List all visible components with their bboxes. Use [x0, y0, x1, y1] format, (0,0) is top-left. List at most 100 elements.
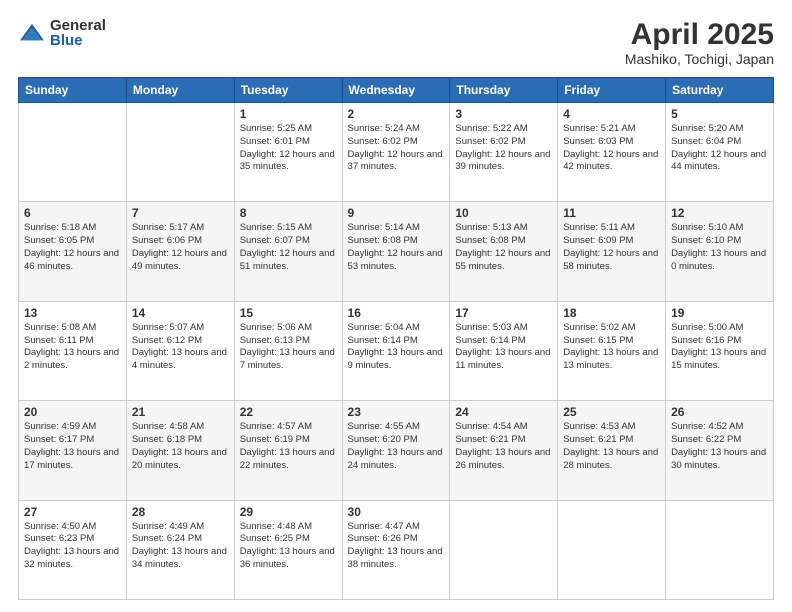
day-number: 21: [132, 405, 229, 419]
table-row: 25 Sunrise: 4:53 AMSunset: 6:21 PMDayligh…: [558, 401, 666, 500]
day-number: 25: [563, 405, 660, 419]
logo: General Blue: [18, 18, 106, 48]
header-sunday: Sunday: [19, 78, 127, 103]
day-info: Sunrise: 5:18 AMSunset: 6:05 PMDaylight:…: [24, 222, 121, 273]
day-number: 7: [132, 206, 229, 220]
header-monday: Monday: [126, 78, 234, 103]
day-info: Sunrise: 5:22 AMSunset: 6:02 PMDaylight:…: [455, 123, 552, 174]
table-row: 9 Sunrise: 5:14 AMSunset: 6:08 PMDaylight…: [342, 202, 450, 301]
day-info: Sunrise: 5:07 AMSunset: 6:12 PMDaylight:…: [132, 322, 229, 373]
table-row: [450, 500, 558, 599]
day-info: Sunrise: 4:52 AMSunset: 6:22 PMDaylight:…: [671, 421, 768, 472]
day-info: Sunrise: 5:03 AMSunset: 6:14 PMDaylight:…: [455, 322, 552, 373]
table-row: [126, 103, 234, 202]
day-info: Sunrise: 5:02 AMSunset: 6:15 PMDaylight:…: [563, 322, 660, 373]
day-number: 2: [348, 107, 445, 121]
week-row-5: 27 Sunrise: 4:50 AMSunset: 6:23 PMDayligh…: [19, 500, 774, 599]
day-info: Sunrise: 4:47 AMSunset: 6:26 PMDaylight:…: [348, 521, 445, 572]
day-info: Sunrise: 5:25 AMSunset: 6:01 PMDaylight:…: [240, 123, 337, 174]
day-number: 3: [455, 107, 552, 121]
table-row: 12 Sunrise: 5:10 AMSunset: 6:10 PMDayligh…: [666, 202, 774, 301]
table-row: 2Sunrise: 5:24 AMSunset: 6:02 PMDaylight…: [342, 103, 450, 202]
day-info: Sunrise: 4:57 AMSunset: 6:19 PMDaylight:…: [240, 421, 337, 472]
table-row: 4Sunrise: 5:21 AMSunset: 6:03 PMDaylight…: [558, 103, 666, 202]
header-friday: Friday: [558, 78, 666, 103]
table-row: 11Sunrise: 5:11 AMSunset: 6:09 PMDayligh…: [558, 202, 666, 301]
day-number: 1: [240, 107, 337, 121]
day-info: Sunrise: 5:06 AMSunset: 6:13 PMDaylight:…: [240, 322, 337, 373]
day-number: 28: [132, 505, 229, 519]
table-row: 14 Sunrise: 5:07 AMSunset: 6:12 PMDayligh…: [126, 301, 234, 400]
table-row: 21Sunrise: 4:58 AMSunset: 6:18 PMDayligh…: [126, 401, 234, 500]
week-row-4: 20Sunrise: 4:59 AMSunset: 6:17 PMDayligh…: [19, 401, 774, 500]
table-row: 10 Sunrise: 5:13 AMSunset: 6:08 PMDayligh…: [450, 202, 558, 301]
table-row: 23 Sunrise: 4:55 AMSunset: 6:20 PMDayligh…: [342, 401, 450, 500]
day-number: 17: [455, 306, 552, 320]
table-row: 16 Sunrise: 5:04 AMSunset: 6:14 PMDayligh…: [342, 301, 450, 400]
table-row: 28 Sunrise: 4:49 AMSunset: 6:24 PMDayligh…: [126, 500, 234, 599]
day-info: Sunrise: 4:54 AMSunset: 6:21 PMDaylight:…: [455, 421, 552, 472]
day-number: 10: [455, 206, 552, 220]
week-row-3: 13 Sunrise: 5:08 AMSunset: 6:11 PMDayligh…: [19, 301, 774, 400]
day-number: 22: [240, 405, 337, 419]
table-row: 19 Sunrise: 5:00 AMSunset: 6:16 PMDayligh…: [666, 301, 774, 400]
header: General Blue April 2025 Mashiko, Tochigi…: [18, 18, 774, 67]
day-info: Sunrise: 4:55 AMSunset: 6:20 PMDaylight:…: [348, 421, 445, 472]
day-info: Sunrise: 5:13 AMSunset: 6:08 PMDaylight:…: [455, 222, 552, 273]
day-info: Sunrise: 4:48 AMSunset: 6:25 PMDaylight:…: [240, 521, 337, 572]
day-info: Sunrise: 5:10 AMSunset: 6:10 PMDaylight:…: [671, 222, 768, 273]
day-number: 16: [348, 306, 445, 320]
table-row: 27 Sunrise: 4:50 AMSunset: 6:23 PMDayligh…: [19, 500, 127, 599]
day-info: Sunrise: 5:11 AMSunset: 6:09 PMDaylight:…: [563, 222, 660, 273]
table-row: 6 Sunrise: 5:18 AMSunset: 6:05 PMDaylight…: [19, 202, 127, 301]
day-info: Sunrise: 5:15 AMSunset: 6:07 PMDaylight:…: [240, 222, 337, 273]
table-row: 20Sunrise: 4:59 AMSunset: 6:17 PMDayligh…: [19, 401, 127, 500]
day-number: 5: [671, 107, 768, 121]
header-thursday: Thursday: [450, 78, 558, 103]
calendar-subtitle: Mashiko, Tochigi, Japan: [625, 51, 774, 67]
page: General Blue April 2025 Mashiko, Tochigi…: [0, 0, 792, 612]
logo-general-text: General: [50, 18, 106, 33]
table-row: 5 Sunrise: 5:20 AMSunset: 6:04 PMDaylight…: [666, 103, 774, 202]
day-info: Sunrise: 4:59 AMSunset: 6:17 PMDaylight:…: [24, 421, 121, 472]
days-header-row: SundayMondayTuesdayWednesdayThursdayFrid…: [19, 78, 774, 103]
day-number: 19: [671, 306, 768, 320]
table-row: 8Sunrise: 5:15 AMSunset: 6:07 PMDaylight…: [234, 202, 342, 301]
day-info: Sunrise: 4:49 AMSunset: 6:24 PMDaylight:…: [132, 521, 229, 572]
day-info: Sunrise: 5:00 AMSunset: 6:16 PMDaylight:…: [671, 322, 768, 373]
calendar-header: SundayMondayTuesdayWednesdayThursdayFrid…: [19, 78, 774, 103]
week-row-2: 6 Sunrise: 5:18 AMSunset: 6:05 PMDaylight…: [19, 202, 774, 301]
logo-text: General Blue: [50, 18, 106, 48]
title-block: April 2025 Mashiko, Tochigi, Japan: [625, 18, 774, 67]
day-info: Sunrise: 5:04 AMSunset: 6:14 PMDaylight:…: [348, 322, 445, 373]
header-wednesday: Wednesday: [342, 78, 450, 103]
day-info: Sunrise: 5:14 AMSunset: 6:08 PMDaylight:…: [348, 222, 445, 273]
calendar-table: SundayMondayTuesdayWednesdayThursdayFrid…: [18, 77, 774, 600]
table-row: [19, 103, 127, 202]
calendar-title: April 2025: [625, 18, 774, 51]
table-row: 30Sunrise: 4:47 AMSunset: 6:26 PMDayligh…: [342, 500, 450, 599]
day-info: Sunrise: 4:53 AMSunset: 6:21 PMDaylight:…: [563, 421, 660, 472]
day-number: 4: [563, 107, 660, 121]
week-row-1: 1 Sunrise: 5:25 AMSunset: 6:01 PMDaylight…: [19, 103, 774, 202]
table-row: 17 Sunrise: 5:03 AMSunset: 6:14 PMDayligh…: [450, 301, 558, 400]
day-number: 12: [671, 206, 768, 220]
day-number: 9: [348, 206, 445, 220]
day-number: 14: [132, 306, 229, 320]
day-number: 15: [240, 306, 337, 320]
table-row: 7Sunrise: 5:17 AMSunset: 6:06 PMDaylight…: [126, 202, 234, 301]
day-number: 6: [24, 206, 121, 220]
day-number: 23: [348, 405, 445, 419]
day-info: Sunrise: 5:20 AMSunset: 6:04 PMDaylight:…: [671, 123, 768, 174]
logo-blue-text: Blue: [50, 33, 106, 48]
table-row: 1 Sunrise: 5:25 AMSunset: 6:01 PMDaylight…: [234, 103, 342, 202]
header-saturday: Saturday: [666, 78, 774, 103]
day-number: 18: [563, 306, 660, 320]
day-number: 27: [24, 505, 121, 519]
table-row: 3 Sunrise: 5:22 AMSunset: 6:02 PMDaylight…: [450, 103, 558, 202]
day-number: 13: [24, 306, 121, 320]
table-row: [666, 500, 774, 599]
day-info: Sunrise: 5:08 AMSunset: 6:11 PMDaylight:…: [24, 322, 121, 373]
day-number: 24: [455, 405, 552, 419]
day-info: Sunrise: 4:50 AMSunset: 6:23 PMDaylight:…: [24, 521, 121, 572]
